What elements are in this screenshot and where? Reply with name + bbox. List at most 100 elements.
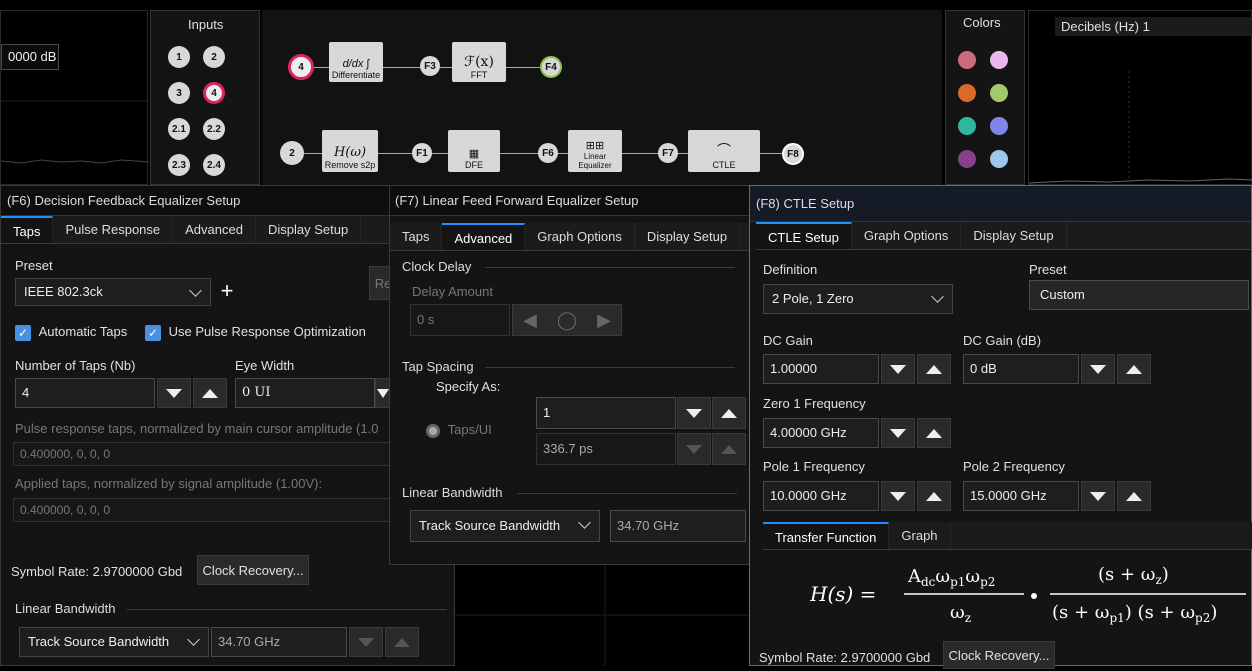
tab-taps[interactable]: Taps <box>1 216 54 243</box>
input-2-4[interactable]: 2.4 <box>203 154 225 176</box>
zero1-field[interactable]: 4.00000 GHz <box>763 418 879 448</box>
pole1-field[interactable]: 10.0000 GHz <box>763 481 879 511</box>
tab-graph-options[interactable]: Graph Options <box>852 222 962 249</box>
dc-gain-field[interactable]: 1.00000 <box>763 354 879 384</box>
tab-graph-options[interactable]: Graph Options <box>525 223 635 250</box>
taps-ui-increment[interactable] <box>712 397 746 429</box>
preset-value: IEEE 802.3ck <box>24 284 103 299</box>
dc-gain-db-increment[interactable] <box>1117 354 1151 384</box>
dc-gain-db-field[interactable]: 0 dB <box>963 354 1079 384</box>
ffe-linear-bandwidth-field[interactable]: 34.70 GHz <box>610 510 746 542</box>
color-swatch-4[interactable] <box>990 84 1008 102</box>
input-3[interactable]: 3 <box>168 82 190 104</box>
tap-spacing-label: Tap Spacing <box>402 359 474 374</box>
use-pulse-checkbox[interactable]: ✓ Use Pulse Response Optimization <box>145 324 366 341</box>
pole1-decrement[interactable] <box>881 481 915 511</box>
linear-bandwidth-select-value: Track Source Bandwidth <box>28 634 170 649</box>
arrow-down-icon <box>890 364 906 374</box>
dfe-title[interactable]: (F6) Decision Feedback Equalizer Setup <box>1 186 454 216</box>
node-ctle[interactable]: ⌒ CTLE <box>688 130 760 172</box>
pole2-increment[interactable] <box>1117 481 1151 511</box>
ctle-title[interactable]: (F8) CTLE Setup <box>750 186 1251 222</box>
flow-f1[interactable]: F1 <box>412 143 432 163</box>
color-swatch-3[interactable] <box>958 84 976 102</box>
num-taps-decrement[interactable] <box>157 378 191 408</box>
tab-advanced[interactable]: Advanced <box>442 223 526 250</box>
flow-source-4[interactable]: 4 <box>288 54 314 80</box>
definition-select[interactable]: 2 Pole, 1 Zero <box>763 284 953 314</box>
color-swatch-2[interactable] <box>990 51 1008 69</box>
num-taps-field[interactable]: 4 <box>15 378 155 408</box>
dc-gain-increment[interactable] <box>917 354 951 384</box>
tab-display-setup[interactable]: Display Setup <box>635 223 741 250</box>
color-swatch-5[interactable] <box>958 117 976 135</box>
inputs-title: Inputs <box>188 17 224 32</box>
tab-advanced[interactable]: Advanced <box>173 216 256 243</box>
ctle-setup-panel: (F8) CTLE Setup CTLE Setup Graph Options… <box>749 185 1252 669</box>
dc-gain-db-label: DC Gain (dB) <box>963 333 1042 348</box>
tab-ctle-setup[interactable]: CTLE Setup <box>756 222 852 249</box>
input-2-2[interactable]: 2.2 <box>203 118 225 140</box>
color-swatch-8[interactable] <box>990 150 1008 168</box>
left-trace <box>1 100 149 164</box>
linear-bandwidth-select[interactable]: Track Source Bandwidth <box>19 627 209 657</box>
flow-f8[interactable]: F8 <box>782 143 804 165</box>
eye-width-field[interactable]: 0 UI <box>235 378 375 408</box>
definition-label: Definition <box>763 262 818 277</box>
input-2[interactable]: 2 <box>203 46 225 68</box>
ctle-clock-recovery-button[interactable]: Clock Recovery... <box>943 641 1055 669</box>
node-dfe[interactable]: ▦ DFE <box>448 130 500 172</box>
use-pulse-label: Use Pulse Response Optimization <box>168 324 366 339</box>
pole1-increment[interactable] <box>917 481 951 511</box>
color-swatch-1[interactable] <box>958 51 976 69</box>
color-swatch-6[interactable] <box>990 117 1008 135</box>
taps-ui-radio[interactable]: Taps/UI <box>426 422 492 438</box>
dc-gain-db-decrement[interactable] <box>1081 354 1115 384</box>
arrow-down-icon <box>890 491 906 501</box>
node-linear-equalizer[interactable]: ⊞⊞ Linear Equalizer <box>568 130 622 172</box>
flow-f7[interactable]: F7 <box>658 143 678 163</box>
lower-grid <box>455 565 750 666</box>
pole2-decrement[interactable] <box>1081 481 1115 511</box>
clock-recovery-button[interactable]: Clock Recovery... <box>197 555 309 585</box>
flow-f6[interactable]: F6 <box>538 143 558 163</box>
flow-f4[interactable]: F4 <box>540 56 562 78</box>
flow-f3[interactable]: F3 <box>420 56 440 76</box>
ffe-linear-bandwidth-select[interactable]: Track Source Bandwidth <box>410 510 600 542</box>
flow-source-2[interactable]: 2 <box>280 141 304 165</box>
tab-transfer-function[interactable]: Transfer Function <box>763 522 890 549</box>
dfe-setup-panel: (F6) Decision Feedback Equalizer Setup T… <box>0 185 455 666</box>
taps-ui-field[interactable]: 1 <box>536 397 676 429</box>
transfer-icon: H(ω) <box>333 145 367 160</box>
input-1[interactable]: 1 <box>168 46 190 68</box>
ffe-title[interactable]: (F7) Linear Feed Forward Equalizer Setup <box>390 186 750 216</box>
input-2-1[interactable]: 2.1 <box>168 118 190 140</box>
tab-taps[interactable]: Taps <box>390 223 443 250</box>
add-preset-button[interactable]: + <box>213 278 241 306</box>
node-remove-s2p[interactable]: H(ω) Remove s2p <box>322 130 378 172</box>
node-differentiate[interactable]: d/dx ∫ Differentiate <box>329 42 383 82</box>
automatic-taps-label: Automatic Taps <box>38 324 128 339</box>
eye-width-label: Eye Width <box>235 358 295 373</box>
automatic-taps-checkbox[interactable]: ✓ Automatic Taps <box>15 324 127 341</box>
node-fft[interactable]: ℱ(x) FFT <box>452 42 506 82</box>
num-taps-increment[interactable] <box>193 378 227 408</box>
preset-select[interactable]: IEEE 802.3ck <box>15 278 211 306</box>
svg-text:H(s) =: H(s) = <box>810 582 876 606</box>
input-2-3[interactable]: 2.3 <box>168 154 190 176</box>
input-4[interactable]: 4 <box>203 82 225 104</box>
taps-ui-decrement[interactable] <box>677 397 711 429</box>
node-ctle-label: CTLE <box>712 160 736 170</box>
tab-display-setup[interactable]: Display Setup <box>256 216 362 243</box>
linear-bandwidth-field[interactable]: 34.70 GHz <box>211 627 347 657</box>
tab-display-setup[interactable]: Display Setup <box>961 222 1067 249</box>
ctle-preset-field[interactable]: Custom <box>1029 280 1249 310</box>
tab-pulse-response[interactable]: Pulse Response <box>53 216 174 243</box>
tab-graph[interactable]: Graph <box>889 522 951 549</box>
zero1-increment[interactable] <box>917 418 951 448</box>
zero1-decrement[interactable] <box>881 418 915 448</box>
dc-gain-decrement[interactable] <box>881 354 915 384</box>
arrow-up-icon <box>202 388 218 398</box>
color-swatch-7[interactable] <box>958 150 976 168</box>
pole2-field[interactable]: 15.0000 GHz <box>963 481 1079 511</box>
